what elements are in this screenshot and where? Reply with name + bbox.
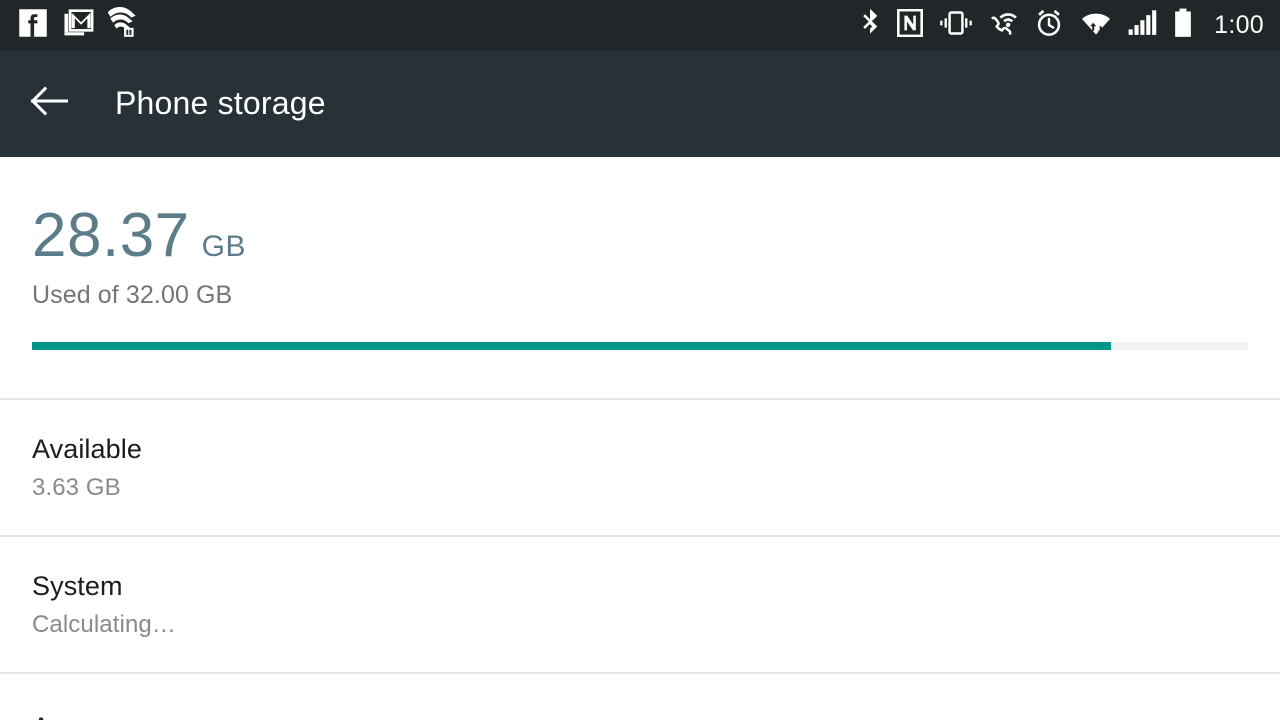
storage-progress-fill <box>32 342 1111 350</box>
app-bar: Phone storage <box>0 50 1280 157</box>
used-amount-line: 28.37 GB <box>0 157 1280 267</box>
storage-summary: 28.37 GB Used of 32.00 GB <box>0 157 1280 310</box>
gmail-icon <box>62 8 94 43</box>
bluetooth-icon <box>858 8 882 43</box>
audible-paused-icon <box>108 7 139 43</box>
list-item-subtitle: Calculating… <box>32 611 1280 639</box>
wifi-calling-icon <box>989 9 1019 42</box>
list-item-subtitle: 3.63 GB <box>32 474 1280 502</box>
notification-icons <box>18 7 139 43</box>
list-item-available[interactable]: Available 3.63 GB <box>0 400 1280 535</box>
phone-storage-screen: 1:00 Phone storage 28.37 GB Used of 32.0… <box>0 0 1280 720</box>
list-item-title: Available <box>32 434 1280 465</box>
system-status-icons: 1:00 <box>858 8 1264 43</box>
back-button[interactable] <box>26 82 70 126</box>
back-arrow-icon <box>28 83 68 124</box>
status-bar-clock: 1:00 <box>1214 11 1264 40</box>
storage-category-list: Available 3.63 GB System Calculating… A <box>0 398 1280 720</box>
wifi-signal-icon <box>1079 9 1113 42</box>
nfc-icon <box>897 9 923 42</box>
vibrate-mode-icon <box>938 9 974 42</box>
list-item-system[interactable]: System Calculating… <box>0 537 1280 672</box>
facebook-icon <box>18 8 48 43</box>
page-title: Phone storage <box>115 85 326 122</box>
battery-icon <box>1173 8 1193 43</box>
used-unit: GB <box>202 232 246 262</box>
storage-progress-track <box>32 342 1248 350</box>
list-item-title: System <box>32 571 1280 602</box>
list-item-title: A <box>32 712 1280 720</box>
used-value: 28.37 <box>32 205 190 267</box>
list-item-partial[interactable]: A <box>0 674 1280 720</box>
alarm-icon <box>1034 8 1064 43</box>
status-bar: 1:00 <box>0 0 1280 50</box>
cellular-signal-icon <box>1128 9 1158 42</box>
used-of-total-caption: Used of 32.00 GB <box>0 267 1280 310</box>
